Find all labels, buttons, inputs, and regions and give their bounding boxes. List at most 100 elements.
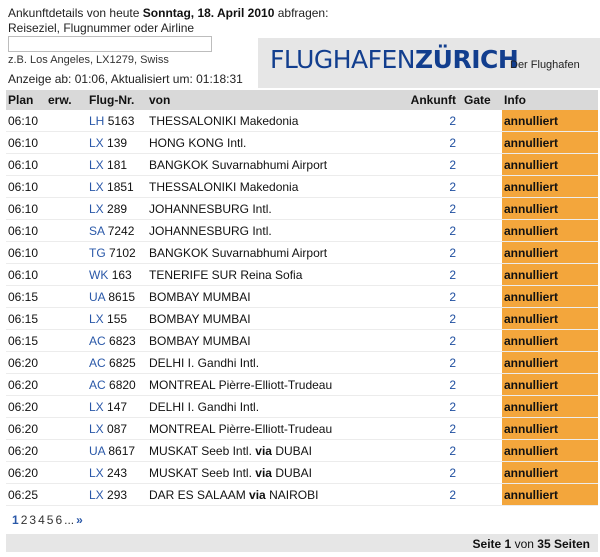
page-link-2[interactable]: 2: [21, 513, 28, 527]
airline-link[interactable]: TG: [89, 246, 106, 260]
airline-link[interactable]: LX: [89, 312, 104, 326]
airline-link[interactable]: LX: [89, 158, 104, 172]
table-row[interactable]: 06:20 LX 243 MUSKAT Seeb Intl. via DUBAI 2 a…: [6, 461, 598, 484]
cell-from: JOHANNESBURG Intl.: [147, 197, 404, 220]
query-prefix: Ankunftdetails von heute: [8, 6, 140, 20]
status-badge: annulliert: [502, 483, 598, 506]
cell-from: JOHANNESBURG Intl.: [147, 219, 404, 242]
cell-plan: 06:20: [6, 439, 46, 462]
airline-link[interactable]: WK: [89, 268, 108, 282]
table-row[interactable]: 06:10 LX 1851 THESSALONIKI Makedonia 2 annul…: [6, 175, 598, 198]
table-row[interactable]: 06:15 AC 6823 BOMBAY MUMBAI 2 annulliert: [6, 329, 598, 352]
cell-gate: [462, 285, 502, 308]
table-row[interactable]: 06:10 LX 139 HONG KONG Intl. 2 annulliert: [6, 131, 598, 154]
page-ellipsis: ...: [64, 513, 75, 527]
table-row[interactable]: 06:25 LX 293 DAR ES SALAAM via NAIROBI 2 ann…: [6, 483, 598, 506]
page-link-3[interactable]: 3: [29, 513, 36, 527]
cell-flight: LX 243: [87, 461, 147, 484]
cell-arrival: 2: [404, 483, 462, 506]
cell-erw: [46, 439, 87, 462]
airline-link[interactable]: AC: [89, 334, 106, 348]
cell-erw: [46, 307, 87, 330]
table-row[interactable]: 06:10 LH 5163 THESSALONIKI Makedonia 2 annul…: [6, 110, 598, 132]
table-row[interactable]: 06:10 SA 7242 JOHANNESBURG Intl. 2 annullier…: [6, 219, 598, 242]
flight-number: 139: [107, 135, 128, 150]
col-gate[interactable]: Gate: [462, 90, 502, 110]
airline-link[interactable]: LX: [89, 488, 104, 502]
col-arrival[interactable]: Ankunft: [404, 90, 462, 110]
table-row[interactable]: 06:10 LX 289 JOHANNESBURG Intl. 2 annulliert: [6, 197, 598, 220]
col-flight[interactable]: Flug-Nr.: [87, 90, 147, 110]
cell-plan: 06:10: [6, 263, 46, 286]
cell-erw: [46, 263, 87, 286]
cell-from: MUSKAT Seeb Intl. via DUBAI: [147, 439, 404, 462]
airline-link[interactable]: LX: [89, 136, 104, 150]
cell-arrival: 2: [404, 263, 462, 286]
flight-number: 8617: [108, 443, 136, 458]
cell-plan: 06:10: [6, 197, 46, 220]
cell-flight: LX 293: [87, 483, 147, 506]
status-badge: annulliert: [502, 461, 598, 484]
table-row[interactable]: 06:10 WK 163 TENERIFE SUR Reina Sofia 2 annu…: [6, 263, 598, 286]
cell-erw: [46, 153, 87, 176]
cell-from: DAR ES SALAAM via NAIROBI: [147, 483, 404, 506]
table-row[interactable]: 06:20 LX 147 DELHI I. Gandhi Intl. 2 annulli…: [6, 395, 598, 418]
airline-link[interactable]: LH: [89, 114, 104, 128]
airline-link[interactable]: LX: [89, 180, 104, 194]
cell-erw: [46, 395, 87, 418]
table-row[interactable]: 06:20 UA 8617 MUSKAT Seeb Intl. via DUBAI 2…: [6, 439, 598, 462]
cell-plan: 06:10: [6, 153, 46, 176]
table-row[interactable]: 06:10 LX 181 BANGKOK Suvarnabhumi Airport 2…: [6, 153, 598, 176]
cell-flight: WK 163: [87, 263, 147, 286]
flight-number: 7242: [107, 223, 135, 238]
table-row[interactable]: 06:20 AC 6820 MONTREAL Pièrre-Elliott-Trud…: [6, 373, 598, 396]
cell-gate: [462, 175, 502, 198]
airline-link[interactable]: AC: [89, 356, 106, 370]
airline-link[interactable]: UA: [89, 444, 105, 458]
next-page-icon[interactable]: »: [76, 513, 83, 527]
airport-logo[interactable]: FLUGHAFENZÜRICH: [270, 45, 519, 74]
cell-plan: 06:15: [6, 307, 46, 330]
cell-from: THESSALONIKI Makedonia: [147, 110, 404, 132]
table-row[interactable]: 06:15 LX 155 BOMBAY MUMBAI 2 annulliert: [6, 307, 598, 330]
airline-link[interactable]: AC: [89, 378, 106, 392]
table-row[interactable]: 06:20 LX 087 MONTREAL Pièrre-Elliott-Trude…: [6, 417, 598, 440]
page-link-6[interactable]: 6: [55, 513, 62, 527]
flight-number: 7102: [109, 245, 136, 260]
airline-link[interactable]: LX: [89, 400, 104, 414]
cell-gate: [462, 197, 502, 220]
col-erw[interactable]: erw.: [46, 90, 87, 110]
table-row[interactable]: 06:20 AC 6825 DELHI I. Gandhi Intl. 2 annull…: [6, 351, 598, 374]
table-row[interactable]: 06:10 TG 7102 BANGKOK Suvarnabhumi Airport…: [6, 241, 598, 264]
cell-gate: [462, 373, 502, 396]
table-row[interactable]: 06:15 UA 8615 BOMBAY MUMBAI 2 annulliert: [6, 285, 598, 308]
cell-arrival: 2: [404, 175, 462, 198]
page-link-5[interactable]: 5: [47, 513, 54, 527]
origin: JOHANNESBURG Intl.: [149, 223, 272, 238]
cell-plan: 06:20: [6, 461, 46, 484]
flight-number: 5163: [107, 113, 135, 128]
update-status: Anzeige ab: 01:06, Aktualisiert um: 01:1…: [8, 72, 243, 86]
search-input[interactable]: [8, 36, 212, 52]
airline-link[interactable]: SA: [89, 224, 104, 238]
cell-gate: [462, 461, 502, 484]
airline-link[interactable]: UA: [89, 290, 105, 304]
col-from[interactable]: von: [147, 90, 404, 110]
cell-flight: LX 087: [87, 417, 147, 440]
flight-number: 147: [107, 399, 128, 414]
page-link-1[interactable]: 1: [12, 513, 19, 527]
page-link-4[interactable]: 4: [38, 513, 45, 527]
cell-from: THESSALONIKI Makedonia: [147, 175, 404, 198]
cell-erw: [46, 417, 87, 440]
airline-link[interactable]: LX: [89, 422, 104, 436]
airline-link[interactable]: LX: [89, 202, 104, 216]
brand-banner: FLUGHAFENZÜRICH Der Flughafen: [258, 38, 600, 88]
cell-arrival: 2: [404, 395, 462, 418]
cell-erw: [46, 483, 87, 506]
col-plan[interactable]: Plan: [6, 90, 46, 110]
cell-erw: [46, 131, 87, 154]
flight-number: 181: [107, 157, 128, 172]
cell-arrival: 2: [404, 351, 462, 374]
col-info[interactable]: Info: [502, 90, 598, 110]
airline-link[interactable]: LX: [89, 466, 104, 480]
